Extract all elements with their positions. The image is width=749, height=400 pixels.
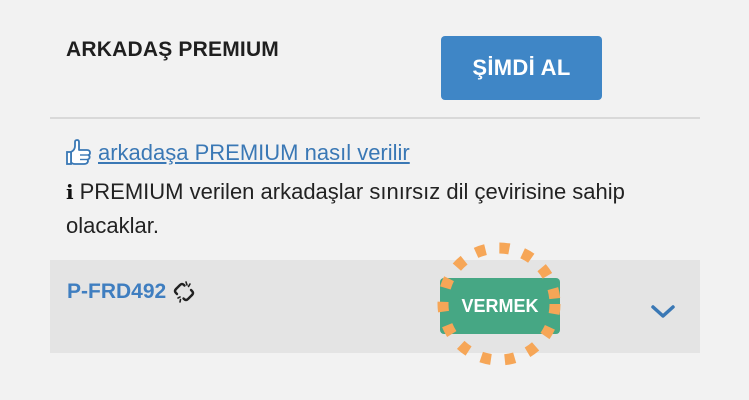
premium-info: i PREMIUM verilen arkadaşlar sınırsız dil… (66, 175, 686, 243)
page-title: ARKADAŞ PREMIUM (66, 38, 279, 61)
premium-code-row: P-FRD492 VERMEK (50, 242, 700, 366)
howto-link[interactable]: arkadaşa PREMIUM nasıl verilir (98, 140, 410, 166)
chevron-down-icon[interactable] (650, 302, 676, 320)
thumbs-up-hand-icon (66, 139, 92, 167)
broken-link-icon[interactable] (172, 280, 196, 304)
howto-link-row[interactable]: arkadaşa PREMIUM nasıl verilir (66, 138, 410, 168)
give-premium-button[interactable]: VERMEK (440, 278, 560, 334)
divider (50, 117, 700, 119)
premium-code: P-FRD492 (67, 280, 167, 303)
info-icon: i (66, 180, 74, 204)
buy-now-button[interactable]: ŞİMDİ AL (441, 36, 602, 100)
code-label-group: P-FRD492 (67, 280, 196, 304)
premium-description: PREMIUM verilen arkadaşlar sınırsız dil … (66, 179, 625, 238)
